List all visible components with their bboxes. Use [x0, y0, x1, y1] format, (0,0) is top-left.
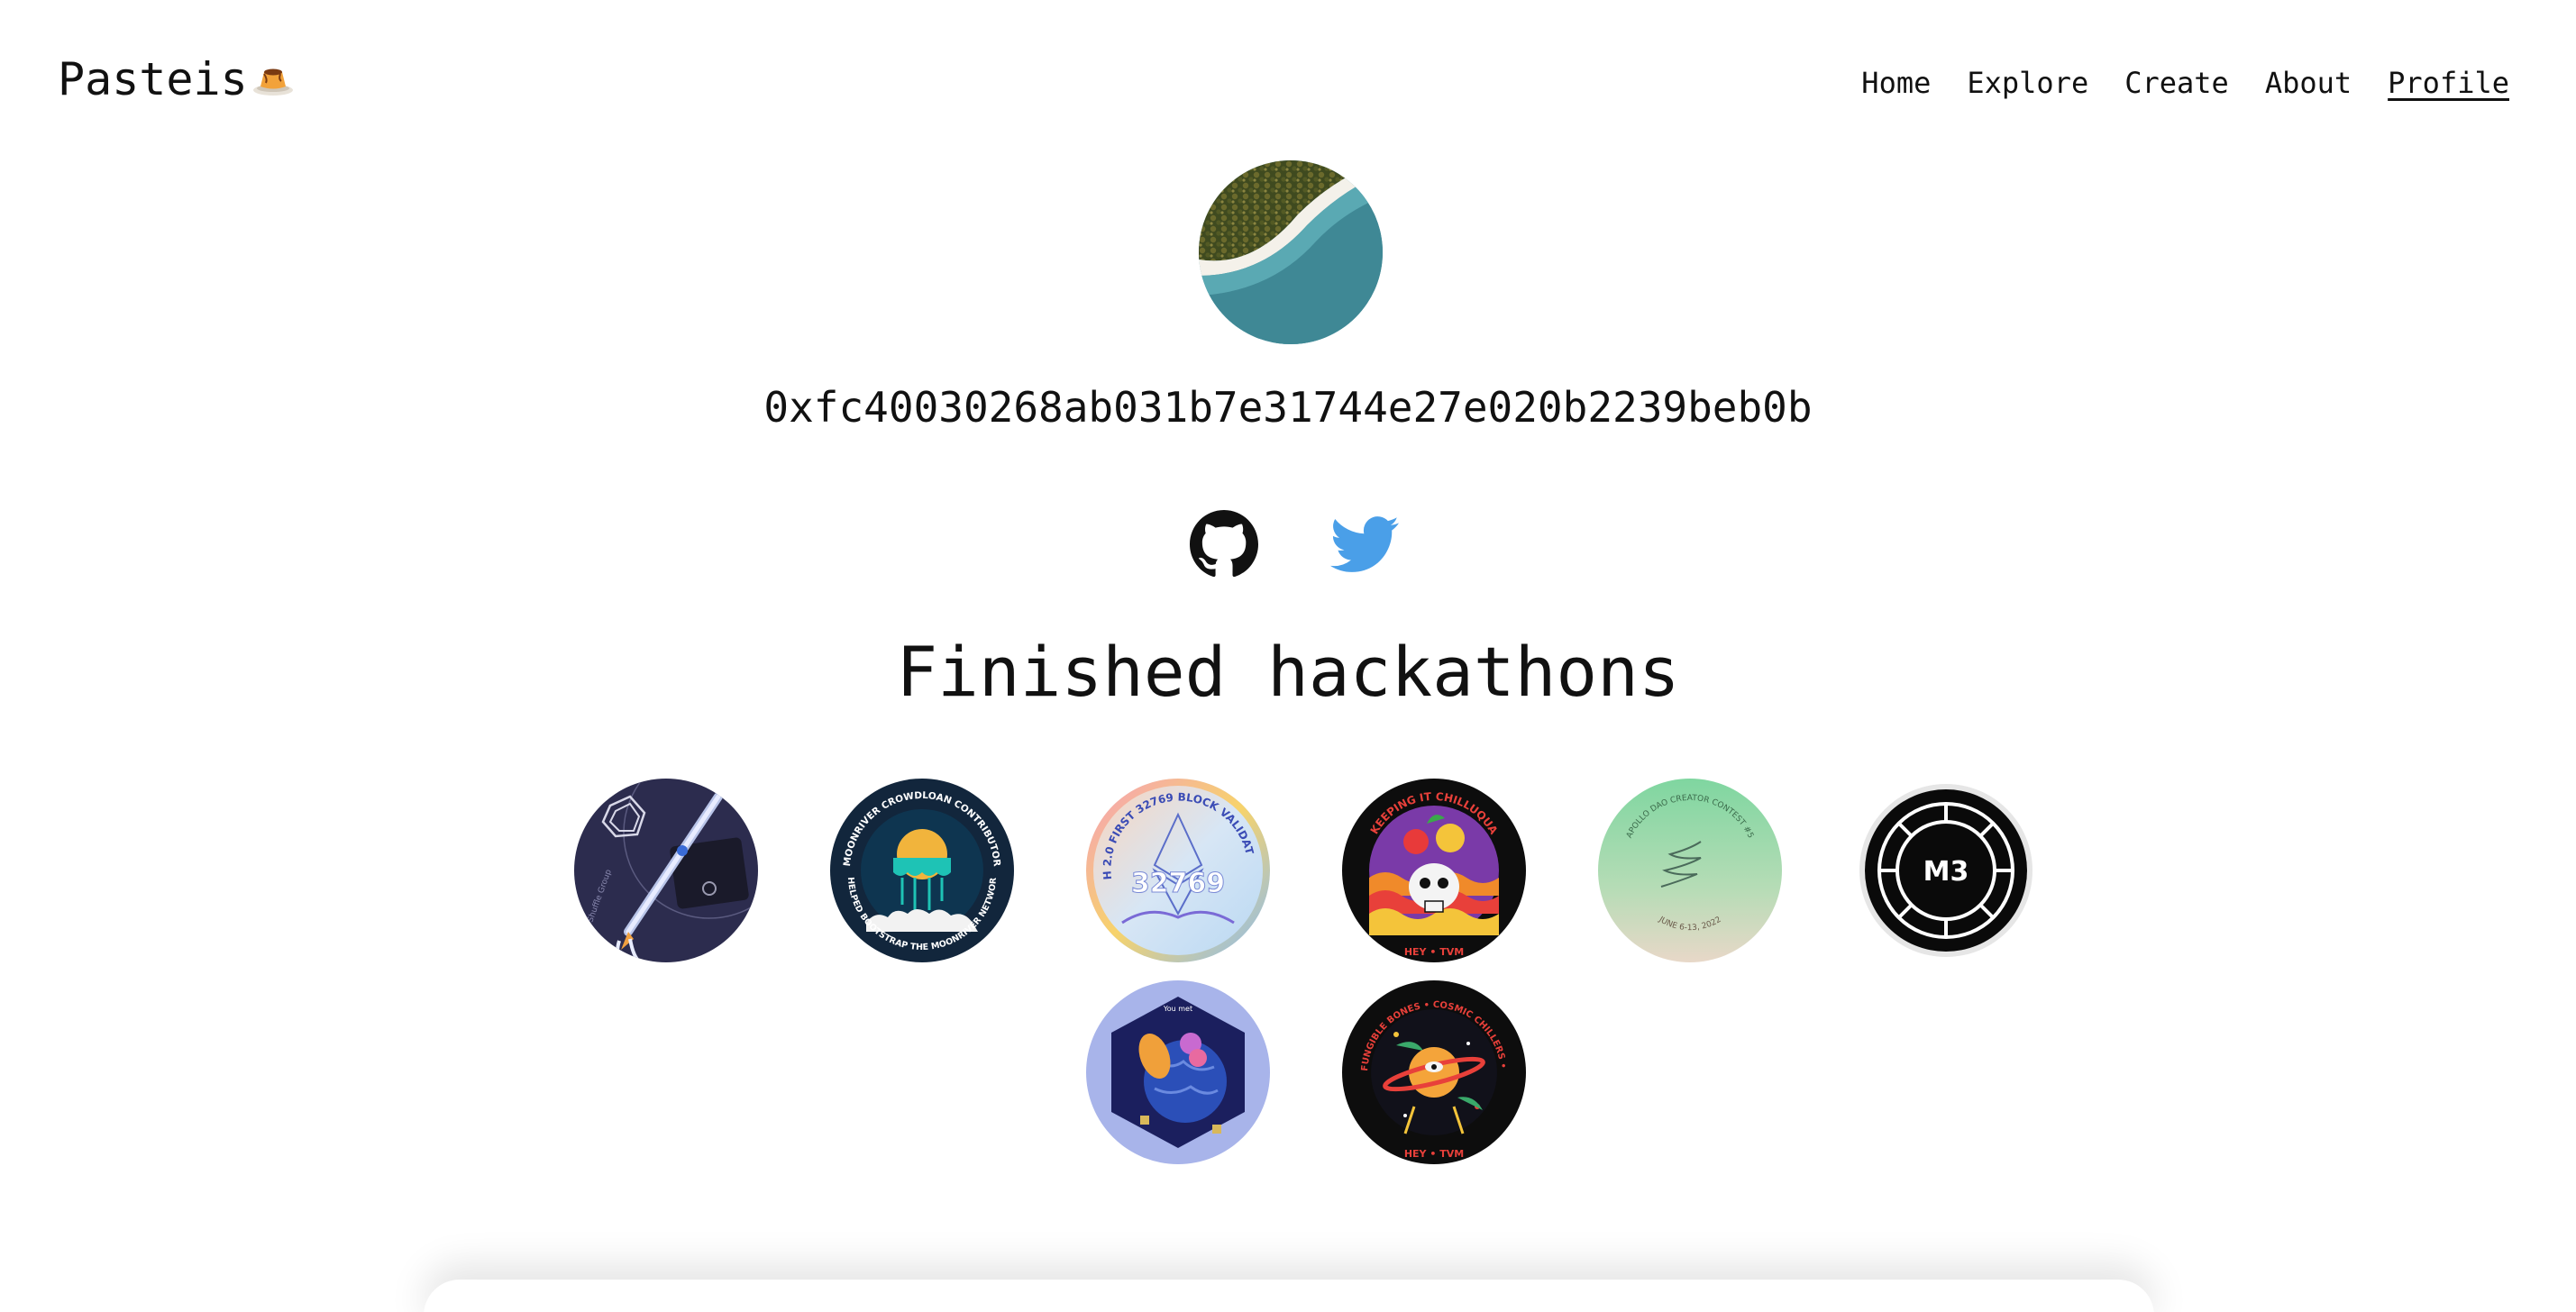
github-link[interactable] [1190, 510, 1258, 579]
badge-cosmic-bottom-text: HEY • TVM [1404, 1148, 1464, 1160]
badge-chilluqua-bottom-text: HEY • TVM [1404, 946, 1464, 958]
badge-eth2-number: 32769 [1131, 868, 1225, 899]
nav-explore[interactable]: Explore [1967, 63, 2088, 103]
badge-m3-text: M3 [1923, 856, 1969, 888]
twitter-link[interactable] [1330, 510, 1399, 579]
main-nav: Home Explore Create About Profile [1861, 63, 2509, 103]
badge-rocket[interactable]: Shuffle Group [574, 779, 758, 962]
flan-icon [251, 61, 295, 97]
profile-page: Pasteis Home Explore Create About Profil… [0, 0, 2576, 1312]
brand-name: Pasteis [58, 53, 248, 105]
section-title: Finished hackathons [896, 632, 1680, 712]
twitter-icon [1330, 516, 1399, 572]
github-icon [1190, 510, 1258, 578]
wallet-address: 0xfc40030268ab031b7e31744e27e020b2239beb… [763, 383, 1813, 432]
bottom-card-edge [424, 1280, 2154, 1312]
badge-you-met[interactable]: You met [1086, 980, 1270, 1164]
nav-home[interactable]: Home [1861, 63, 1931, 103]
badge-cosmic-chillers[interactable]: NON FUNGIBLE BONES • COSMIC CHILLERS • 0… [1342, 980, 1526, 1164]
nav-profile[interactable]: Profile [2388, 63, 2509, 103]
nav-create[interactable]: Create [2124, 63, 2229, 103]
badge-apollo-dao-creator-contest[interactable]: APOLLO DAO CREATOR CONTEST #5 JUNE 6-13,… [1598, 779, 1782, 962]
nav-about[interactable]: About [2265, 63, 2352, 103]
brand-logo[interactable]: Pasteis [58, 50, 295, 108]
badge-you-met-text: You met [1163, 1005, 1192, 1013]
profile-avatar [1199, 160, 1383, 344]
badge-keeping-it-chilluqua[interactable]: KEEPING IT CHILLUQUA HEY • TVM [1342, 779, 1526, 962]
badge-moonriver-crowdloan[interactable]: MOONRIVER CROWDLOAN CONTRIBUTOR I HELPED… [830, 779, 1014, 962]
social-links [1190, 510, 1399, 579]
badge-m3[interactable]: M3 [1854, 779, 2038, 962]
badge-eth2-validator[interactable]: 32769 ETH 2.0 FIRST 32769 BLOCK VALIDATO… [1086, 779, 1270, 962]
